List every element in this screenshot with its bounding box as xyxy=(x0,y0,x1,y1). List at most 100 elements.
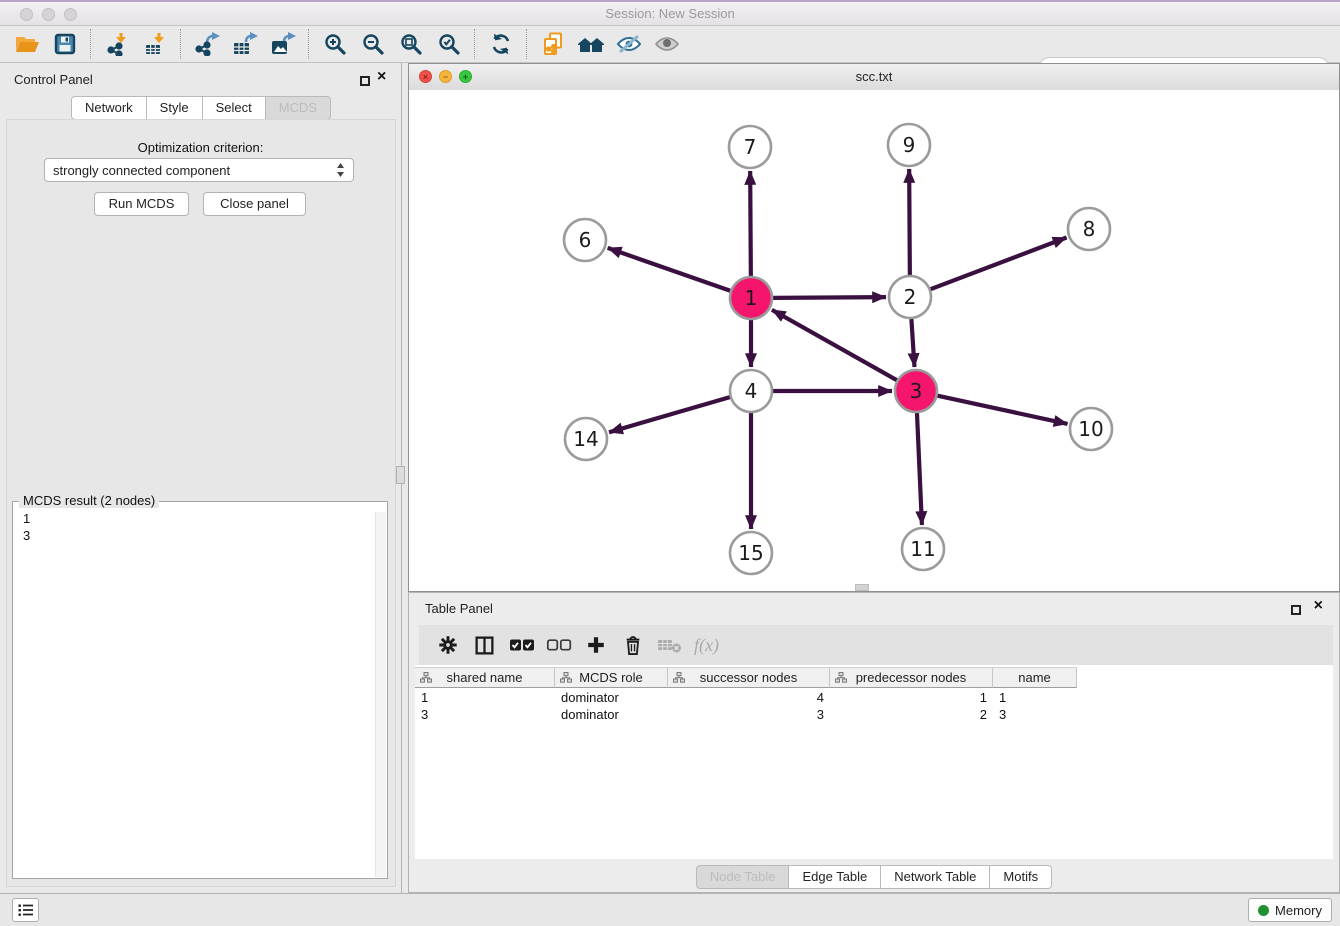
tab-edge-table[interactable]: Edge Table xyxy=(789,865,881,889)
delete-table-icon xyxy=(651,630,688,660)
column-label: MCDS role xyxy=(579,670,643,685)
close-panel-icon[interactable]: × xyxy=(377,72,386,82)
column-header-name[interactable]: name xyxy=(993,668,1077,688)
memory-status-icon xyxy=(1258,905,1269,916)
list-icon xyxy=(18,903,34,917)
network-view-title: scc.txt xyxy=(409,69,1339,84)
deselect-all-rows-icon[interactable] xyxy=(540,630,577,660)
export-network-icon[interactable] xyxy=(188,29,226,59)
delete-column-trash-icon[interactable] xyxy=(614,630,651,660)
graph-edge-2-3[interactable] xyxy=(911,319,914,367)
horizontal-splitter-handle[interactable] xyxy=(855,584,869,591)
graph-edge-3-1[interactable] xyxy=(772,310,897,380)
show-all-eye-icon[interactable] xyxy=(648,29,686,59)
float-panel-icon[interactable] xyxy=(360,74,370,89)
table-cell[interactable]: 3 xyxy=(668,706,830,723)
graph-edge-3-11[interactable] xyxy=(917,413,922,525)
tab-motifs[interactable]: Motifs xyxy=(990,865,1052,889)
toolbar-separator xyxy=(180,29,182,59)
mcds-result-lines: 13 xyxy=(23,510,30,544)
function-builder-icon: f(x) xyxy=(688,630,725,660)
control-panel: Control Panel × NetworkStyleSelectMCDS O… xyxy=(0,63,402,893)
float-table-panel-icon[interactable] xyxy=(1291,603,1301,618)
refresh-icon[interactable] xyxy=(482,29,520,59)
table-cell[interactable]: 3 xyxy=(993,706,1077,723)
memory-button[interactable]: Memory xyxy=(1248,898,1332,922)
optimization-criterion-select[interactable]: strongly connected component xyxy=(44,158,354,182)
table-row[interactable]: 1dominator411 xyxy=(415,689,1077,706)
import-network-icon[interactable] xyxy=(98,29,136,59)
column-label: successor nodes xyxy=(700,670,798,685)
graph-edge-1-2[interactable] xyxy=(773,297,886,298)
graph-edge-1-7[interactable] xyxy=(750,171,751,276)
titlebar: Session: New Session xyxy=(0,0,1340,26)
graph-node-label-4: 4 xyxy=(745,379,758,403)
tab-node-table[interactable]: Node Table xyxy=(696,865,790,889)
column-header-successor-nodes[interactable]: successor nodes xyxy=(668,668,830,688)
zoom-out-icon[interactable] xyxy=(354,29,392,59)
graph-edge-2-8[interactable] xyxy=(931,238,1067,290)
graph-edge-2-9[interactable] xyxy=(909,169,910,275)
table-cell[interactable]: 2 xyxy=(830,706,993,723)
table-cell[interactable]: 1 xyxy=(415,689,555,706)
save-session-icon[interactable] xyxy=(46,29,84,59)
graph-node-label-14: 14 xyxy=(573,427,598,451)
table-toolbar: f(x) xyxy=(419,625,1333,665)
tab-network-table[interactable]: Network Table xyxy=(881,865,990,889)
application-window: Session: New Session xyxy=(0,0,1340,926)
home-icon[interactable] xyxy=(572,29,610,59)
export-table-icon[interactable] xyxy=(226,29,264,59)
window-title: Session: New Session xyxy=(0,6,1340,21)
tab-network[interactable]: Network xyxy=(71,96,147,120)
table-settings-gear-icon[interactable] xyxy=(429,630,466,660)
column-header-shared-name[interactable]: shared name xyxy=(415,668,555,688)
clone-network-icon[interactable] xyxy=(534,29,572,59)
zoom-selected-icon[interactable] xyxy=(430,29,468,59)
table-cell[interactable]: dominator xyxy=(555,706,668,723)
graph-node-label-7: 7 xyxy=(744,135,757,159)
column-header-predecessor-nodes[interactable]: predecessor nodes xyxy=(830,668,993,688)
graph-node-label-8: 8 xyxy=(1083,217,1096,241)
table-panel-title: Table Panel xyxy=(425,601,493,616)
zoom-fit-icon[interactable] xyxy=(392,29,430,59)
network-window-titlebar: × − + scc.txt xyxy=(409,64,1339,91)
vertical-splitter-handle[interactable] xyxy=(396,466,405,484)
task-history-button[interactable] xyxy=(12,898,39,922)
graph-edge-3-10[interactable] xyxy=(937,396,1067,424)
run-mcds-button[interactable]: Run MCDS xyxy=(94,192,189,216)
table-panel-tabs: Node TableEdge TableNetwork TableMotifs xyxy=(409,865,1339,889)
import-table-icon[interactable] xyxy=(136,29,174,59)
select-stepper-icon xyxy=(336,162,345,178)
network-canvas[interactable]: 7968124314101511 xyxy=(409,90,1339,591)
close-table-panel-icon[interactable]: × xyxy=(1314,601,1323,611)
table-panel: Table Panel × f(x) xyxy=(408,592,1340,893)
export-image-icon[interactable] xyxy=(264,29,302,59)
table-row[interactable]: 3dominator323 xyxy=(415,706,1077,723)
table-cell[interactable]: 1 xyxy=(830,689,993,706)
add-column-plus-icon[interactable] xyxy=(577,630,614,660)
graph-node-label-9: 9 xyxy=(903,133,916,157)
column-header-mcds-role[interactable]: MCDS role xyxy=(555,668,668,688)
graph-edge-1-6[interactable] xyxy=(608,248,731,291)
table-cell[interactable]: dominator xyxy=(555,689,668,706)
graph-edge-4-14[interactable] xyxy=(609,397,730,432)
table-header-row: shared name MCDS role successor nodes prede… xyxy=(415,667,1077,688)
zoom-in-icon[interactable] xyxy=(316,29,354,59)
tab-mcds[interactable]: MCDS xyxy=(266,96,331,120)
tab-select[interactable]: Select xyxy=(203,96,266,120)
open-session-icon[interactable] xyxy=(8,29,46,59)
hide-selected-eye-icon[interactable] xyxy=(610,29,648,59)
close-panel-button[interactable]: Close panel xyxy=(203,192,306,216)
table-cell[interactable]: 4 xyxy=(668,689,830,706)
table-cell[interactable]: 3 xyxy=(415,706,555,723)
main-toolbar xyxy=(0,26,1340,63)
control-panel-tabs: NetworkStyleSelectMCDS xyxy=(0,96,402,120)
tab-style[interactable]: Style xyxy=(147,96,203,120)
table-cell[interactable]: 1 xyxy=(993,689,1077,706)
show-column-panel-icon[interactable] xyxy=(466,630,503,660)
column-label: name xyxy=(1018,670,1051,685)
result-scrollbar[interactable] xyxy=(375,512,386,877)
column-label: predecessor nodes xyxy=(856,670,967,685)
select-all-rows-icon[interactable] xyxy=(503,630,540,660)
graph-node-label-3: 3 xyxy=(910,379,923,403)
